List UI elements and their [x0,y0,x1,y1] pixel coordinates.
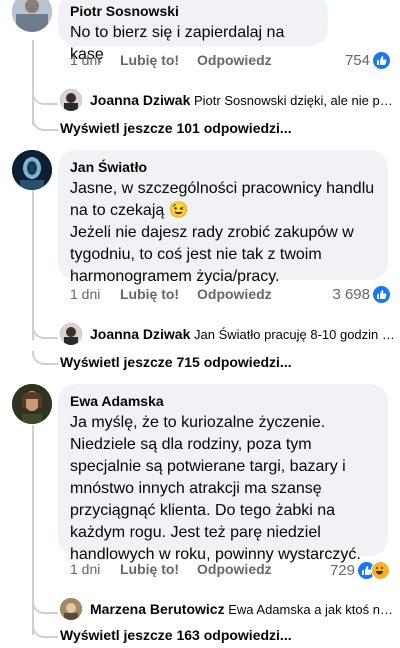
view-more-replies[interactable]: Wyświetl jeszcze 163 odpowiedzi... [30,624,400,648]
reaction-count: 3 698 [332,286,370,303]
like-button[interactable]: Lubię to! [120,286,179,302]
reactions[interactable]: 3 698 [332,286,390,303]
like-button[interactable]: Lubię to! [120,52,179,68]
avatar-image-icon [12,0,52,32]
avatar-image-icon [12,150,52,190]
thread-curve [32,351,58,365]
comment-actions: 1 dni Lubię to! Odpowiedz 754 [70,52,390,72]
thread-curve [32,624,58,638]
reply-author[interactable]: Joanna Dziwak [90,92,190,108]
comment-bubble: Jan Światło Jasne, w szczególności praco… [58,150,388,285]
comment-time[interactable]: 1 dni [70,286,100,302]
reply-text: Joanna Dziwak Jan Światło pracuję 8-10 g… [90,326,395,342]
reactions[interactable]: 729 [330,561,390,580]
reply-text: Marzena Berutowicz Ewa Adamska a jak kto… [90,601,395,617]
like-reaction-icon [373,286,390,303]
reply-button[interactable]: Odpowiedz [197,286,272,302]
reply-button[interactable]: Odpowiedz [197,52,272,68]
view-more-label[interactable]: Wyświetl jeszcze 715 odpowiedzi... [60,354,292,370]
comment-author[interactable]: Ewa Adamska [70,392,376,410]
reactions[interactable]: 754 [345,52,390,69]
reply-preview[interactable]: Joanna Dziwak Piotr Sosnowski dzięki, al… [30,87,400,117]
comment-text: Jasne, w szczególności pracownicy handlu… [70,180,375,285]
view-more-label[interactable]: Wyświetl jeszcze 163 odpowiedzi... [60,627,292,643]
reaction-count: 754 [344,52,370,69]
thread-curve [32,321,58,339]
reply-avatar [60,323,82,345]
comment-time[interactable]: 1 dni [70,561,100,577]
reply-preview[interactable]: Joanna Dziwak Jan Światło pracuję 8-10 g… [30,321,400,351]
thread-line [32,190,34,340]
comment-bubble: Ewa Adamska Ja myślę, że to kuriozalne ż… [58,384,388,563]
like-button[interactable]: Lubię to! [120,561,179,577]
thread-curve [32,87,58,105]
haha-reaction-icon [371,561,390,580]
reply-avatar [60,89,82,111]
comment-actions: 1 dni Lubię to! Odpowiedz 3 698 [70,286,390,306]
avatar-image-icon [12,384,52,424]
reply-avatar [60,598,82,620]
reaction-count: 729 [329,562,355,579]
comment-text: Ja myślę, że to kuriozalne życzenie. Nie… [70,414,361,563]
comment-actions: 1 dni Lubię to! Odpowiedz 729 [70,561,390,581]
view-more-replies[interactable]: Wyświetl jeszcze 101 odpowiedzi... [30,117,400,141]
reply-text: Joanna Dziwak Piotr Sosnowski dzięki, al… [90,92,395,108]
thread-curve [32,117,58,131]
comment-author[interactable]: Jan Światło [70,158,376,176]
view-more-replies[interactable]: Wyświetl jeszcze 715 odpowiedzi... [30,351,400,375]
comment-bubble: Piotr Sosnowski No to bierz się i zapier… [58,0,328,63]
reply-button[interactable]: Odpowiedz [197,561,272,577]
avatar[interactable] [12,384,52,424]
avatar[interactable] [12,150,52,190]
thread-curve [32,596,58,614]
comment-time[interactable]: 1 dni [70,52,100,68]
view-more-label[interactable]: Wyświetl jeszcze 101 odpowiedzi... [60,120,292,136]
avatar[interactable] [12,0,52,32]
reply-author[interactable]: Joanna Dziwak [90,326,190,342]
comment-author[interactable]: Piotr Sosnowski [70,2,316,20]
reply-author[interactable]: Marzena Berutowicz [90,601,225,617]
reply-preview[interactable]: Marzena Berutowicz Ewa Adamska a jak kto… [30,596,400,626]
like-reaction-icon [373,52,390,69]
